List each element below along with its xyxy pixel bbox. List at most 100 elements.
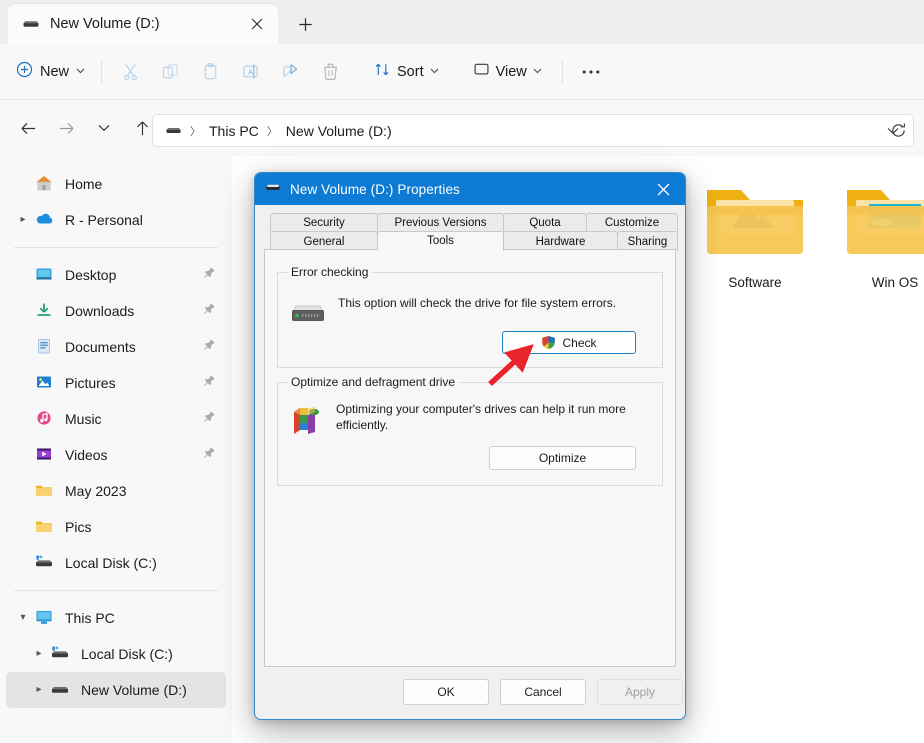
paste-icon[interactable] bbox=[190, 55, 230, 89]
tab-label: Tools bbox=[427, 235, 454, 247]
browser-tab-new-volume-d[interactable]: New Volume (D:) bbox=[8, 4, 278, 44]
ellipsis-icon bbox=[582, 70, 600, 73]
sidebar-item-label: Downloads bbox=[65, 303, 135, 319]
sidebar-item-label: Documents bbox=[65, 339, 136, 355]
breadcrumb-new-volume-d[interactable]: New Volume (D:) bbox=[286, 123, 392, 139]
sidebar-item-label: R - Personal bbox=[65, 212, 143, 228]
copy-icon[interactable] bbox=[150, 55, 190, 89]
pin-icon[interactable] bbox=[203, 338, 216, 356]
pin-icon[interactable] bbox=[203, 374, 216, 392]
cut-icon[interactable] bbox=[110, 55, 150, 89]
sidebar-item-label: Desktop bbox=[65, 267, 117, 283]
sidebar-item-documents[interactable]: Documents bbox=[6, 329, 226, 365]
sidebar-item-local-disk-c-child[interactable]: ▸ Local Disk (C:) bbox=[6, 636, 226, 672]
tab-general[interactable]: General bbox=[270, 231, 378, 251]
dialog-body: Security Previous Versions Quota Customi… bbox=[255, 205, 685, 667]
tab-quota[interactable]: Quota bbox=[503, 213, 587, 232]
recent-locations-button[interactable] bbox=[88, 112, 120, 144]
tab-tools[interactable]: Tools bbox=[377, 231, 504, 251]
sidebar-item-desktop[interactable]: Desktop bbox=[6, 257, 226, 293]
close-icon[interactable] bbox=[244, 11, 270, 37]
delete-icon[interactable] bbox=[310, 55, 350, 89]
check-button-label: Check bbox=[562, 335, 597, 350]
tab-customize[interactable]: Customize bbox=[586, 213, 678, 232]
ok-button-label: OK bbox=[437, 685, 455, 699]
sidebar-item-home[interactable]: Home bbox=[6, 166, 226, 202]
chevron-right-icon[interactable]: ▸ bbox=[12, 215, 34, 225]
drive-icon bbox=[290, 301, 326, 332]
onedrive-icon bbox=[34, 210, 56, 230]
tab-label: Sharing bbox=[627, 235, 668, 248]
navigation-pane[interactable]: Home ▸ R - Personal Desktop Downloads Do… bbox=[0, 156, 232, 743]
folder-item-win-os[interactable]: Win OS bbox=[820, 176, 924, 290]
documents-icon bbox=[34, 337, 56, 357]
local-disk-icon bbox=[50, 644, 72, 664]
sidebar-item-new-volume-d[interactable]: ▸ New Volume (D:) bbox=[6, 672, 226, 708]
cancel-button[interactable]: Cancel bbox=[500, 679, 586, 705]
refresh-button[interactable] bbox=[884, 117, 912, 144]
sidebar-item-music[interactable]: Music bbox=[6, 401, 226, 437]
drive-icon bbox=[50, 680, 72, 700]
sidebar-divider bbox=[14, 590, 218, 591]
pin-icon[interactable] bbox=[203, 302, 216, 320]
sidebar-item-videos[interactable]: Videos bbox=[6, 437, 226, 473]
sidebar-item-may-2023[interactable]: May 2023 bbox=[6, 473, 226, 509]
view-button[interactable]: View bbox=[465, 55, 550, 89]
group-title: Optimize and defragment drive bbox=[287, 375, 460, 389]
sidebar-item-downloads[interactable]: Downloads bbox=[6, 293, 226, 329]
share-icon[interactable] bbox=[270, 55, 310, 89]
pin-icon[interactable] bbox=[203, 446, 216, 464]
sort-icon bbox=[374, 61, 391, 82]
rename-icon[interactable]: A bbox=[230, 55, 270, 89]
folder-item-software[interactable]: Software bbox=[680, 176, 830, 290]
svg-text:A: A bbox=[247, 68, 253, 77]
sidebar-item-label: Music bbox=[65, 411, 102, 427]
folder-name: Software bbox=[728, 275, 782, 290]
sidebar-item-r-personal[interactable]: ▸ R - Personal bbox=[6, 202, 226, 238]
properties-dialog[interactable]: New Volume (D:) Properties Security Prev… bbox=[254, 172, 686, 720]
close-icon[interactable] bbox=[641, 173, 685, 205]
plus-icon bbox=[298, 17, 312, 31]
address-bar[interactable]: 〉 This PC 〉 New Volume (D:) bbox=[152, 114, 914, 147]
optimize-button[interactable]: Optimize bbox=[489, 446, 636, 470]
tab-previous-versions[interactable]: Previous Versions bbox=[377, 213, 504, 232]
forward-button[interactable] bbox=[50, 112, 82, 144]
tab-security[interactable]: Security bbox=[270, 213, 378, 232]
sidebar-item-label: Pictures bbox=[65, 375, 116, 391]
file-explorer-window: New Volume (D:) New A Sort View 〉 This P… bbox=[0, 0, 924, 743]
plus-circle-icon bbox=[16, 61, 33, 82]
tab-sharing[interactable]: Sharing bbox=[617, 231, 678, 251]
tab-title: New Volume (D:) bbox=[50, 16, 160, 32]
command-bar: New A Sort View bbox=[0, 44, 924, 100]
optimize-group: Optimize and defragment drive Optimizing… bbox=[277, 375, 663, 486]
folder-icon bbox=[702, 190, 808, 266]
optimize-button-label: Optimize bbox=[538, 451, 587, 465]
chevron-down-icon[interactable]: ▾ bbox=[12, 613, 34, 623]
chevron-right-icon[interactable]: ▸ bbox=[28, 685, 50, 695]
apply-button: Apply bbox=[597, 679, 683, 705]
back-button[interactable] bbox=[12, 112, 44, 144]
chevron-right-icon[interactable]: ▸ bbox=[28, 649, 50, 659]
tab-hardware[interactable]: Hardware bbox=[503, 231, 618, 251]
sort-label: Sort bbox=[397, 63, 424, 80]
pin-icon[interactable] bbox=[203, 410, 216, 428]
ok-button[interactable]: OK bbox=[403, 679, 489, 705]
sidebar-item-pics[interactable]: Pics bbox=[6, 509, 226, 545]
shield-icon bbox=[541, 335, 556, 350]
breadcrumb-this-pc[interactable]: This PC bbox=[209, 123, 259, 139]
pin-icon[interactable] bbox=[203, 266, 216, 284]
chevron-down-icon bbox=[76, 66, 85, 77]
home-icon bbox=[34, 174, 56, 194]
dialog-tab-rows: Security Previous Versions Quota Customi… bbox=[264, 213, 678, 251]
apply-button-label: Apply bbox=[624, 685, 656, 699]
sidebar-item-local-disk-c[interactable]: Local Disk (C:) bbox=[6, 545, 226, 581]
sort-button[interactable]: Sort bbox=[366, 55, 447, 89]
new-button[interactable]: New bbox=[10, 55, 93, 89]
sidebar-item-this-pc[interactable]: ▾ This PC bbox=[6, 600, 226, 636]
new-tab-button[interactable] bbox=[290, 10, 320, 38]
see-more-button[interactable] bbox=[571, 55, 611, 89]
check-button[interactable]: Check bbox=[502, 331, 636, 354]
group-title: Error checking bbox=[287, 265, 373, 279]
chevron-down-icon bbox=[533, 66, 542, 77]
sidebar-item-pictures[interactable]: Pictures bbox=[6, 365, 226, 401]
